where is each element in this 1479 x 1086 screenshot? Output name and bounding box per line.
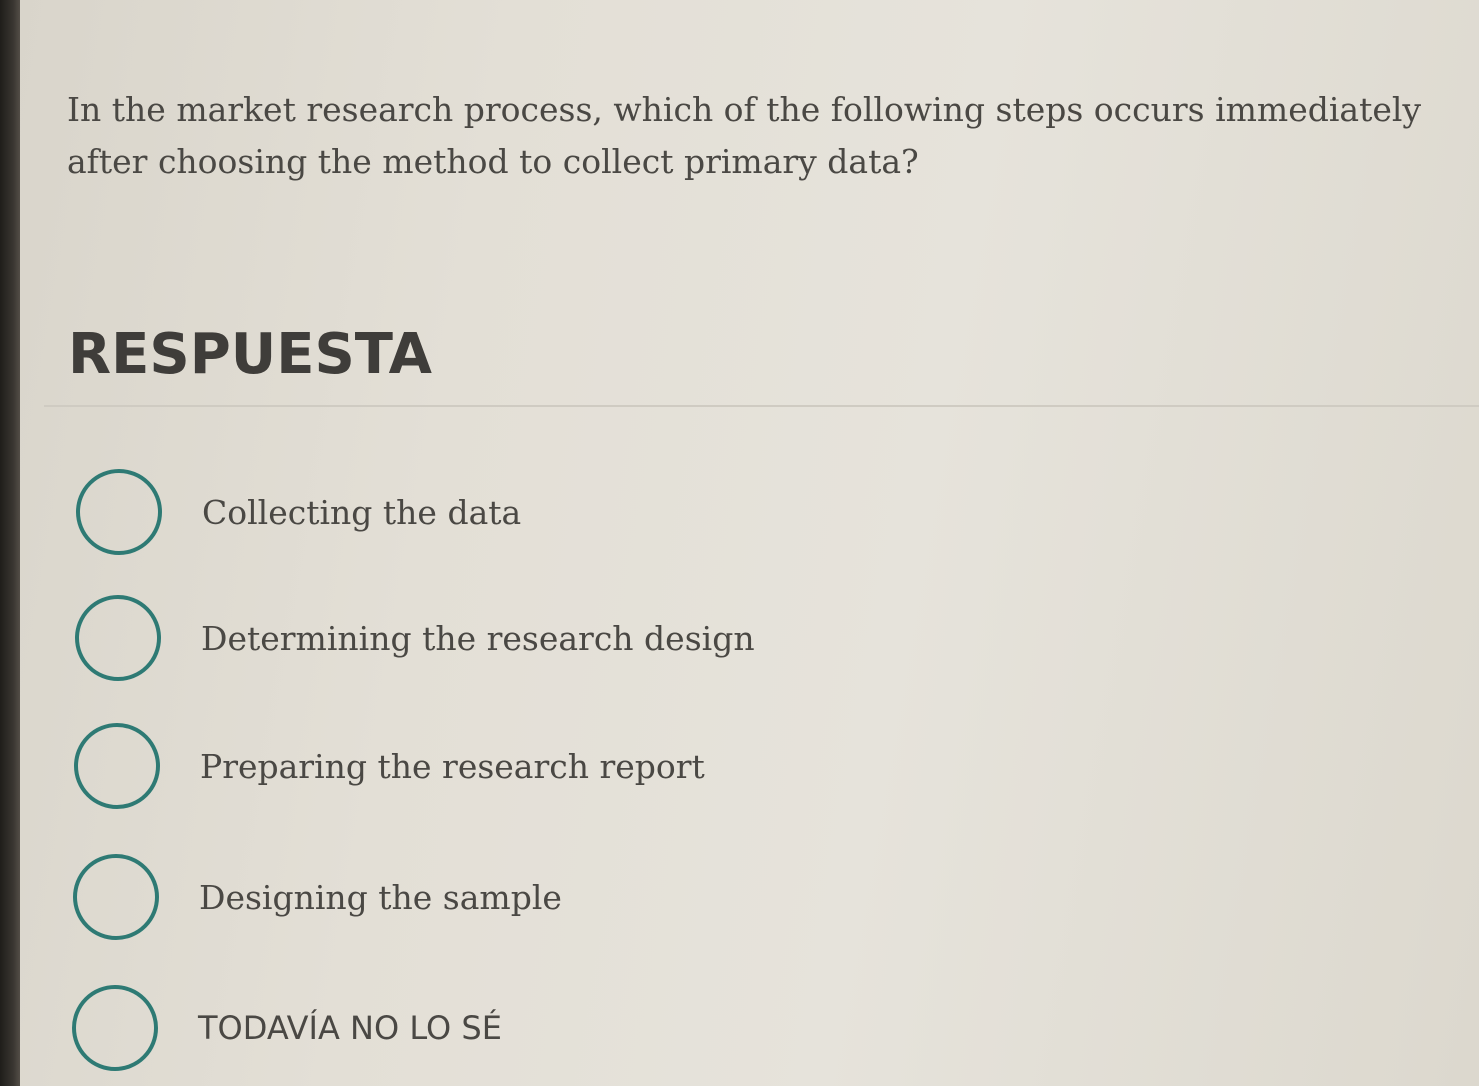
radio-button[interactable] (74, 723, 160, 809)
option-label: Designing the sample (199, 877, 562, 917)
option-collecting-data[interactable]: Collecting the data (76, 464, 521, 560)
option-label: TODAVÍA NO LO SÉ (198, 1009, 502, 1047)
option-label: Determining the research design (201, 618, 755, 658)
option-determining-research-design[interactable]: Determining the research design (75, 590, 755, 686)
option-label: Preparing the research report (200, 746, 705, 786)
quiz-page: In the market research process, which of… (20, 0, 1479, 1086)
option-dont-know-yet[interactable]: TODAVÍA NO LO SÉ (72, 980, 502, 1076)
radio-button[interactable] (76, 469, 162, 555)
option-preparing-research-report[interactable]: Preparing the research report (74, 718, 705, 814)
radio-button[interactable] (73, 854, 159, 940)
screen-bezel (0, 0, 22, 1086)
radio-button[interactable] (72, 985, 158, 1071)
answer-options: Collecting the data Determining the rese… (20, 0, 1479, 1086)
option-label: Collecting the data (202, 492, 522, 532)
radio-button[interactable] (75, 595, 161, 681)
option-designing-sample[interactable]: Designing the sample (73, 849, 562, 945)
